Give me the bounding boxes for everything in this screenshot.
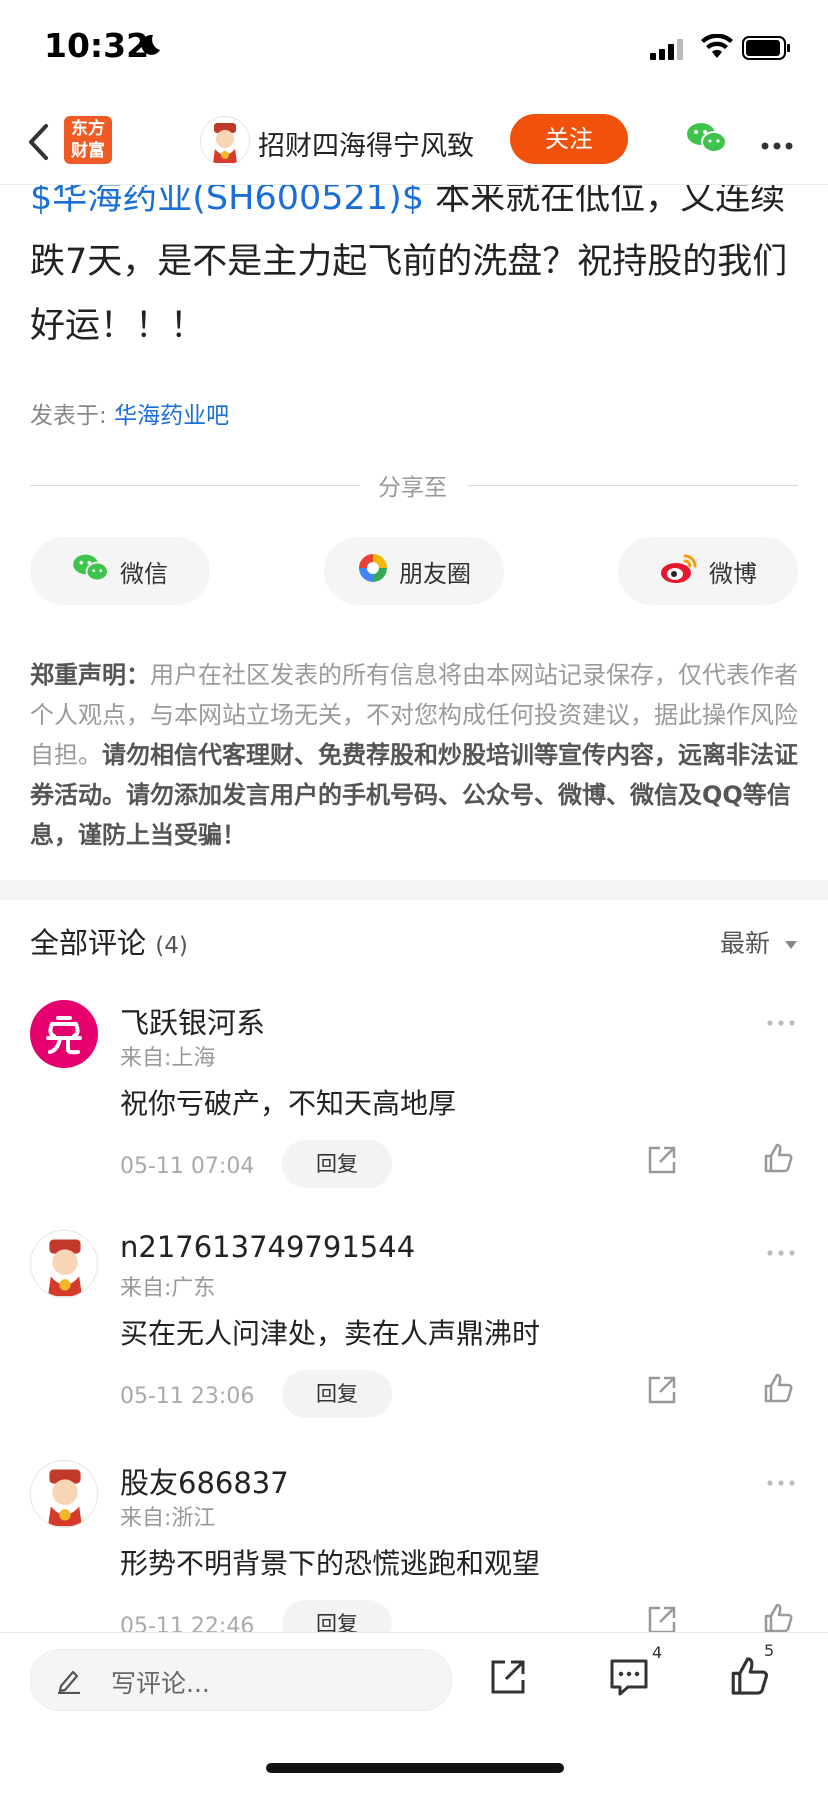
back-icon[interactable] [26, 122, 50, 166]
comment-share-icon[interactable] [646, 1374, 678, 1410]
signal-icon [650, 38, 686, 64]
logo-line1: 东方 [71, 119, 105, 139]
comment-text: 形势不明背景下的恐慌逃跑和观望 [120, 1547, 541, 1580]
comment-like-icon[interactable] [762, 1142, 794, 1178]
follow-button[interactable]: 关注 [510, 114, 628, 164]
disclaimer-bold: 请勿相信代客理财、免费荐股和炒股培训等宣传内容，远离非法证券活动。请勿添加发言用… [30, 741, 798, 849]
comment-more-icon[interactable] [766, 1472, 796, 1491]
like-count-badge: 5 [764, 1641, 775, 1660]
wechat-icon [72, 552, 110, 590]
share-wechat-label: 微信 [120, 559, 168, 588]
fortune-god-icon [213, 123, 237, 163]
comment-author[interactable]: 飞跃银河系 [120, 1000, 265, 1042]
fortune-god-icon [48, 1469, 82, 1527]
sort-label: 最新 [720, 929, 771, 958]
comment-item: n217613749791544 来自:广东 买在无人问津处，卖在人声鼎沸时 0… [0, 1230, 828, 1460]
battery-icon [742, 36, 792, 64]
share-title: 分享至 [378, 475, 447, 501]
share-weibo-button[interactable]: 微博 [618, 537, 798, 605]
fortune-god-icon [48, 1239, 82, 1297]
share-icon[interactable] [488, 1657, 528, 1701]
logo-line2: 财富 [71, 141, 105, 161]
moon-icon [136, 32, 162, 62]
comment-author[interactable]: 股友686837 [120, 1460, 289, 1502]
share-weibo-label: 微博 [709, 559, 757, 588]
avatar[interactable] [30, 1460, 98, 1528]
triangle-down-icon [784, 941, 797, 949]
author-avatar[interactable] [200, 116, 250, 166]
comment-item: 飞跃银河系 来自:上海 祝你亏破产，不知天高地厚 05-11 07:04 回复 [0, 1000, 828, 1230]
comment-count-badge: 4 [652, 1643, 663, 1662]
comment-icon[interactable] [608, 1657, 650, 1701]
home-indicator [266, 1763, 564, 1773]
pencil-icon [55, 1666, 83, 1698]
comment-location: 来自:广东 [120, 1276, 216, 1301]
wifi-icon [700, 33, 734, 64]
share-moments-button[interactable]: 朋友圈 [324, 537, 504, 605]
reply-button[interactable]: 回复 [282, 1140, 392, 1188]
comment-input[interactable]: 写评论... [30, 1649, 452, 1711]
comment-input-placeholder: 写评论... [111, 1669, 210, 1698]
share-wechat-button[interactable]: 微信 [30, 537, 210, 605]
comments-count: (4) [155, 933, 188, 959]
section-divider [0, 880, 828, 900]
moments-icon [357, 552, 389, 590]
comment-author[interactable]: n217613749791544 [120, 1230, 415, 1264]
post-body: $华海药业(SH600521)$ 本来就在低位，又连续跌7天，是不是主力起飞前的… [30, 166, 790, 358]
wechat-share-icon[interactable] [686, 120, 728, 160]
comments-title-label: 全部评论 [30, 926, 147, 960]
avatar[interactable] [30, 1230, 98, 1298]
avatar[interactable] [30, 1000, 98, 1068]
posted-prefix: 发表于: [30, 403, 115, 429]
comment-text: 祝你亏破产，不知天高地厚 [120, 1087, 457, 1120]
top-nav-bar: 东方 财富 招财四海得宁风致 关注 [0, 100, 828, 185]
status-time: 10:32 [44, 26, 150, 65]
more-options-icon[interactable] [760, 136, 794, 155]
comments-title: 全部评论 (4) [30, 920, 188, 962]
comment-location: 来自:浙江 [120, 1506, 216, 1531]
yuan-logo-icon [46, 1016, 82, 1055]
like-icon[interactable] [728, 1655, 770, 1701]
comment-like-icon[interactable] [762, 1372, 794, 1408]
comment-time: 05-11 23:06 [120, 1384, 255, 1409]
comment-text: 买在无人问津处，卖在人声鼎沸时 [120, 1317, 541, 1350]
author-name[interactable]: 招财四海得宁风致 [258, 124, 474, 163]
comment-location: 来自:上海 [120, 1046, 216, 1071]
comment-time: 05-11 07:04 [120, 1154, 255, 1179]
sort-dropdown[interactable]: 最新 [720, 924, 798, 960]
weibo-icon [659, 552, 699, 590]
share-moments-label: 朋友圈 [399, 559, 471, 588]
forum-link[interactable]: 华海药业吧 [114, 403, 229, 429]
app-logo[interactable]: 东方 财富 [64, 116, 112, 164]
comment-share-icon[interactable] [646, 1144, 678, 1180]
disclaimer: 郑重声明：用户在社区发表的所有信息将由本网站记录保存，仅代表作者个人观点，与本网… [30, 655, 800, 855]
posted-in: 发表于: 华海药业吧 [30, 396, 229, 430]
reply-button[interactable]: 回复 [282, 1370, 392, 1418]
disclaimer-head: 郑重声明： [30, 661, 150, 689]
comment-more-icon[interactable] [766, 1012, 796, 1031]
comment-more-icon[interactable] [766, 1242, 796, 1261]
